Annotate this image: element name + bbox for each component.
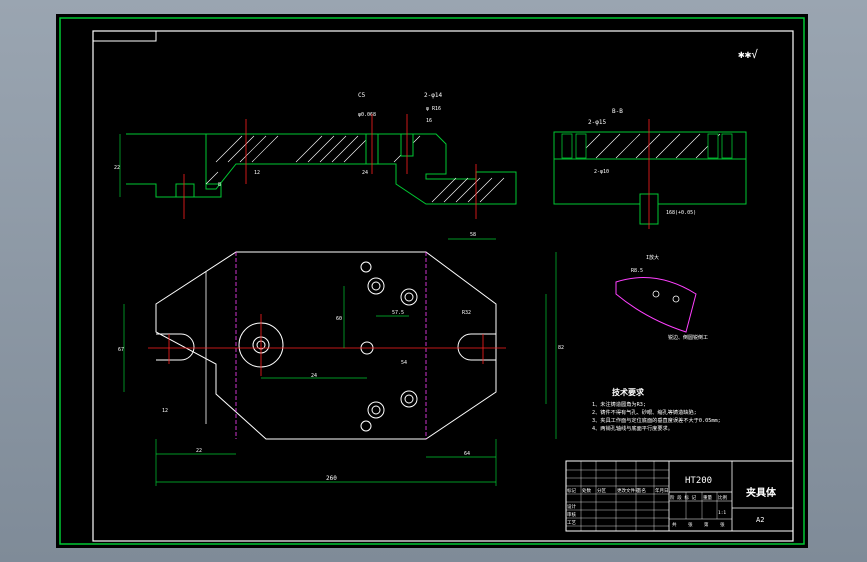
material: HT200 (685, 476, 712, 486)
bottom-label-1: 张 (688, 521, 693, 528)
side-section-view: B-B 2-φ15 2-φ10 168(+0.05) (553, 108, 747, 229)
dim-60: 60 (336, 316, 342, 322)
role-label-1: 审核 (567, 511, 576, 518)
dim-12b: 12 (162, 408, 168, 414)
label-detail: I放大 (646, 254, 659, 261)
scale-value: 1:1 (718, 510, 726, 516)
dim-22b: 22 (196, 448, 202, 454)
top-plan-view: 260 64 22 58 82 67 60 54 24 57.5 12 R32 (118, 232, 564, 486)
label-r8-5: R8.5 (631, 268, 643, 274)
detail-view: I放大 R8.5 锐边、倒圆锐倒工 (615, 254, 708, 341)
tech-item-2: 2、铸件不得有气孔、砂眼、缩孔等铸造缺陷; (592, 408, 697, 416)
dim-8: 8 (218, 182, 221, 188)
main-body-outline (205, 133, 517, 205)
bottom-label-2: 第 (704, 521, 709, 528)
right-slot (457, 333, 496, 361)
label-2x14: 2-φ14 (424, 92, 442, 99)
part-name: 夹具体 (746, 486, 777, 499)
dim-R32: R32 (462, 310, 471, 316)
corner-tag (92, 30, 157, 42)
label-c5: C5 (358, 92, 366, 99)
tech-requirements: 技术要求 1、未注铸造圆角为R3; 2、铸件不得有气孔、砂眼、缩孔等铸造缺陷; … (592, 387, 721, 432)
left-label-2: 分区 (597, 487, 606, 494)
label-r16: φ R16 (426, 106, 441, 112)
dim-24b: 24 (311, 373, 317, 379)
title-block: HT200 夹具体 A2 1:1 阶 段 标 记 重量 比例 标记 处数 分区 … (565, 460, 794, 532)
roughness-mark: ✱✱√ (738, 48, 758, 61)
label-detail-note: 锐边、倒圆锐倒工 (668, 334, 708, 341)
dim-54: 54 (401, 360, 407, 366)
tech-item-1: 1、未注铸造圆角为R3; (592, 400, 646, 408)
engineering-drawing: ✱✱√ C5 2-φ14 φ0.068 φ R16 16 22 24 12 8 … (59, 17, 805, 545)
dim-64: 64 (464, 451, 470, 457)
left-label-1: 处数 (582, 487, 591, 494)
role-label-2: 工艺 (567, 520, 576, 526)
label-2x15: 2-φ15 (588, 119, 606, 126)
dim-260: 260 (326, 475, 337, 482)
left-flange-outline (126, 133, 222, 198)
dim-58: 58 (470, 232, 476, 238)
label-16: 16 (426, 118, 432, 124)
side-hatching (575, 133, 721, 159)
tech-item-4: 4、两销孔轴线与底面平行度要求。 (592, 424, 673, 432)
cad-viewport[interactable]: ✱✱√ C5 2-φ14 φ0.068 φ R16 16 22 24 12 8 … (56, 14, 808, 548)
front-section-view: C5 2-φ14 φ0.068 φ R16 16 22 24 12 8 (114, 92, 517, 219)
sheet-size: A2 (756, 516, 764, 524)
tech-item-3: 3、夹具工作面与定位底面的垂直度误差不大于0.05mm; (592, 416, 721, 424)
tech-title: 技术要求 (612, 387, 645, 397)
role-label-0: 设计 (567, 503, 576, 510)
stage-label-1: 重量 (703, 494, 712, 501)
dim-67: 67 (118, 347, 124, 353)
front-centerlines (183, 114, 477, 219)
dim-82: 82 (558, 345, 564, 351)
stage-label-0: 阶 段 标 记 (670, 494, 697, 501)
left-label-0: 标记 (567, 487, 576, 494)
dim-12: 12 (254, 170, 260, 176)
front-hatching (205, 135, 505, 203)
dim-57-5: 57.5 (392, 310, 404, 316)
label-section-b: B-B (612, 108, 623, 115)
left-slot (156, 333, 195, 361)
bottom-label-0: 共 (672, 521, 677, 528)
bottom-label-3: 张 (720, 521, 725, 528)
drawing-border (92, 30, 794, 542)
label-2x10: 2-φ10 (594, 169, 609, 175)
label-0068: φ0.068 (358, 112, 376, 118)
dim-168: 168(+0.05) (666, 210, 696, 216)
left-label-5: 年月日 (655, 487, 669, 494)
section-hole-3 (175, 183, 195, 198)
dim-22: 22 (114, 165, 120, 171)
stage-label-2: 比例 (718, 494, 727, 501)
left-label-4: 签名 (637, 487, 646, 494)
plan-dimensions (123, 238, 557, 486)
plan-outline (155, 251, 497, 440)
dim-24: 24 (362, 170, 368, 176)
